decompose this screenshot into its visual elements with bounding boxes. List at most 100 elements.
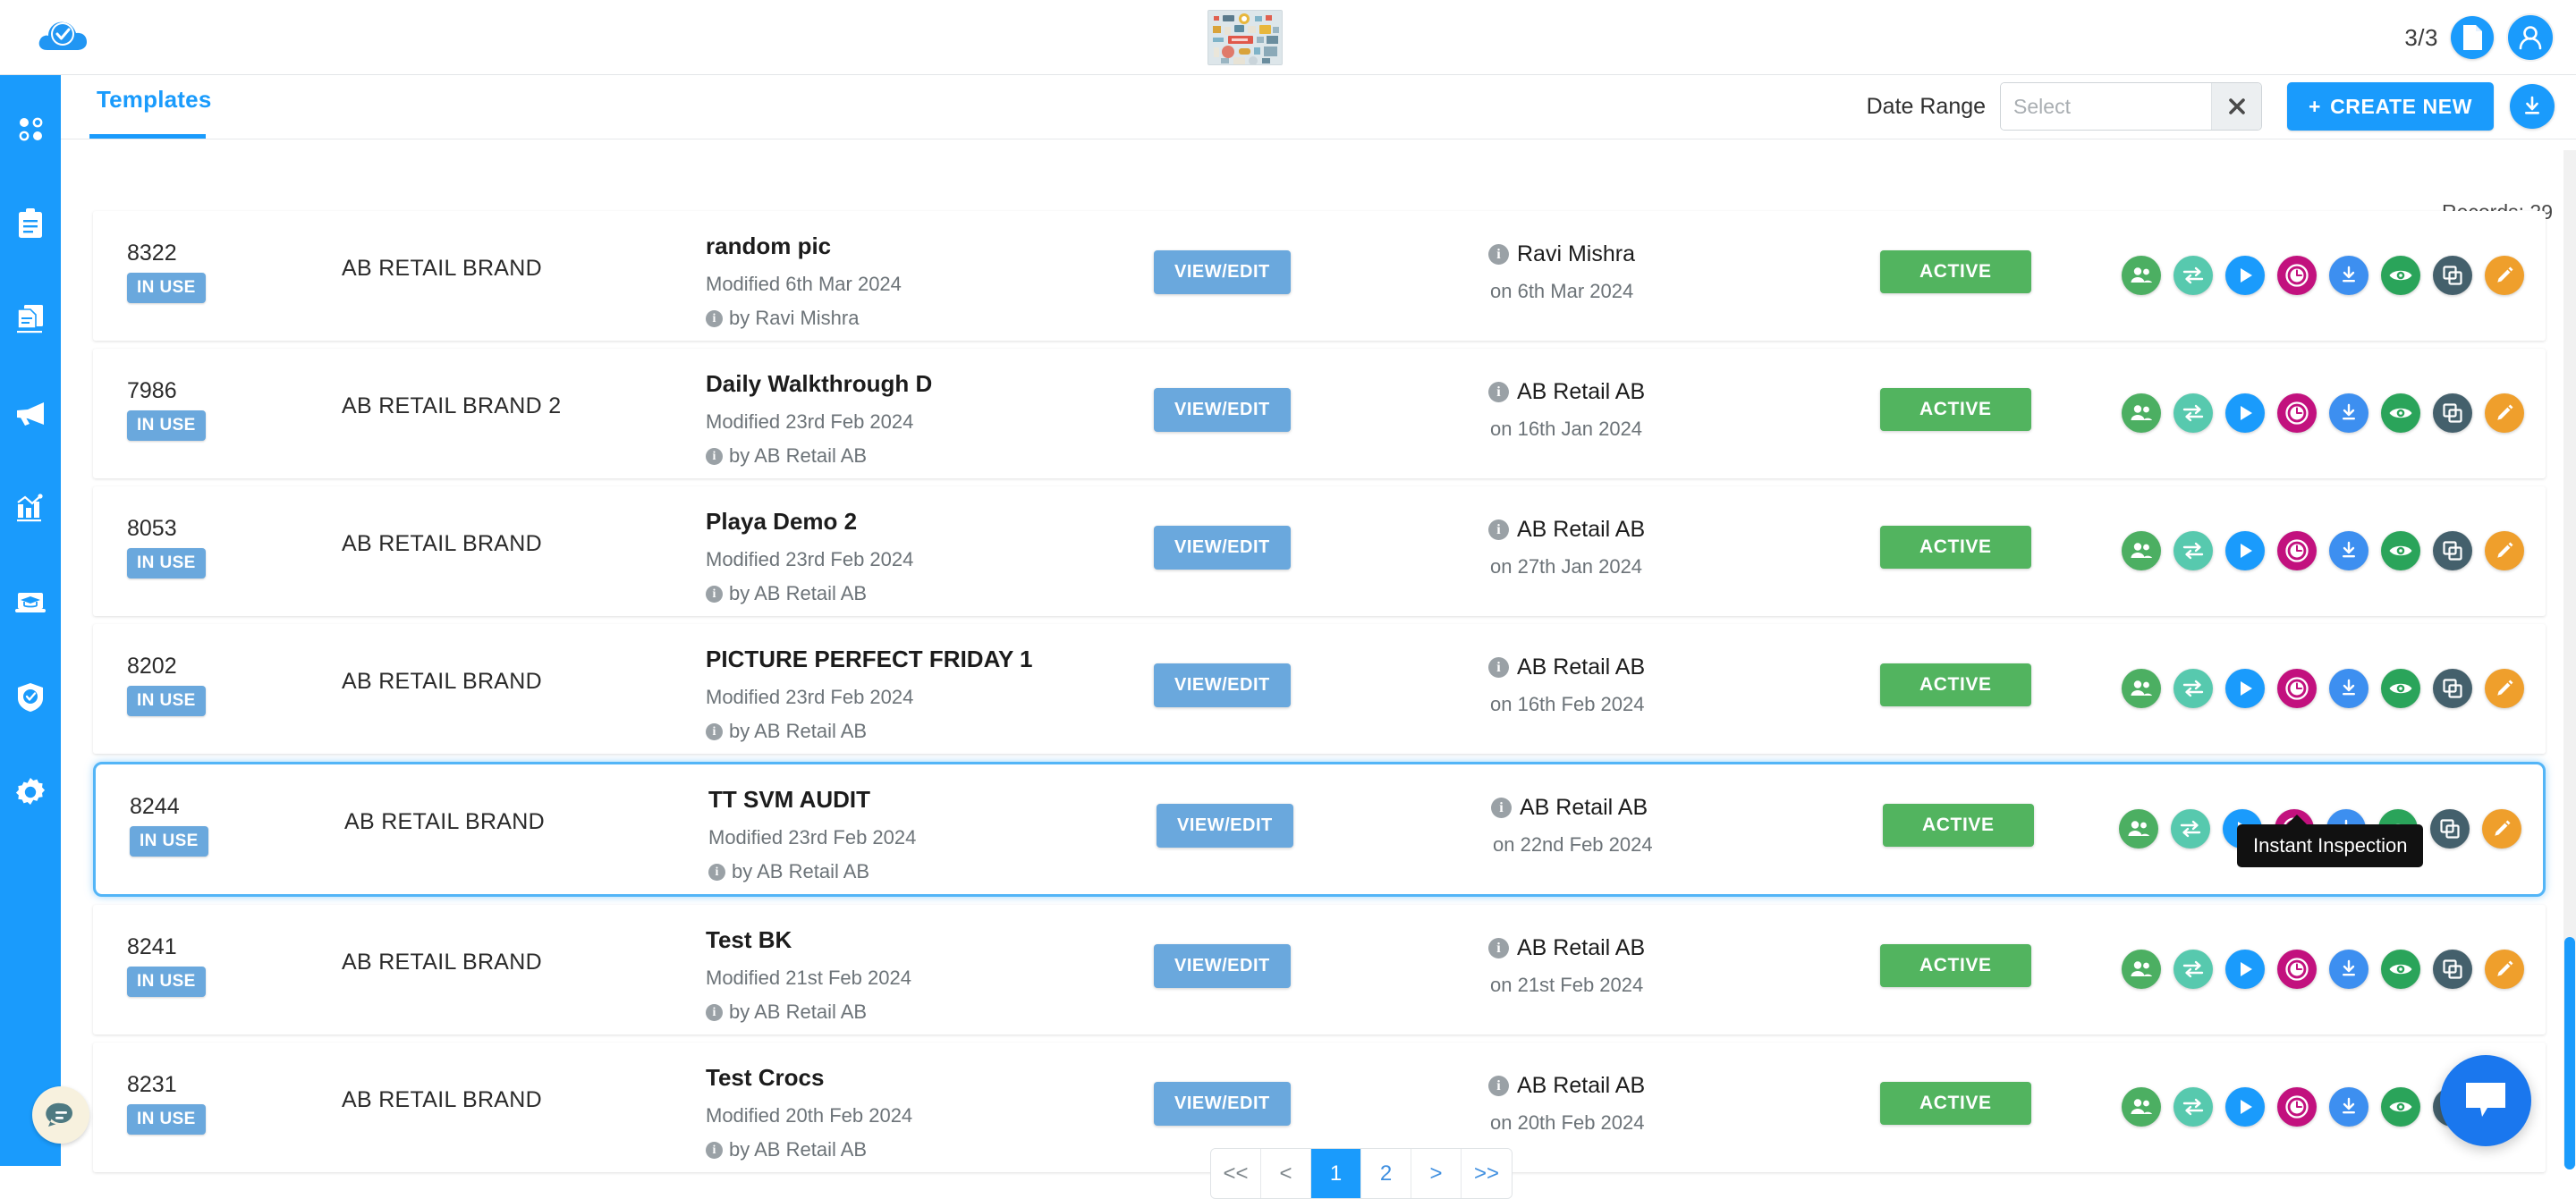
download-action[interactable] [2329,256,2368,295]
preview-action[interactable] [2381,256,2420,295]
schedule-action[interactable] [2277,669,2317,708]
owner-date: on 16th Feb 2024 [1490,693,1645,715]
instant-inspection-action[interactable] [2225,669,2265,708]
scrollbar-track[interactable] [2563,150,2576,1169]
owner-name: i AB Retail AB [1491,795,1849,821]
instant-inspection-action[interactable] [2225,1087,2265,1127]
cloud-check-logo[interactable] [36,13,88,62]
duplicate-action[interactable] [2433,256,2472,295]
scrollbar-thumb[interactable] [2564,937,2575,1169]
template-id-cell: 8053 IN USE [127,515,252,579]
table-row[interactable]: 8202 IN USE AB RETAIL BRAND PICTURE PERFECT… [93,624,2546,754]
schedule-action[interactable] [2277,950,2317,989]
sidebar-item-learning[interactable] [11,583,50,622]
transfer-action[interactable] [2174,1087,2213,1127]
assign-users-action[interactable] [2122,256,2161,295]
sidebar-item-tasks[interactable] [11,204,50,243]
duplicate-action[interactable] [2430,809,2470,849]
table-row[interactable]: 8241 IN USE AB RETAIL BRAND Test BK Modified… [93,905,2546,1034]
edit-action[interactable] [2485,256,2524,295]
preview-action[interactable] [2381,393,2420,433]
template-id-cell: 8322 IN USE [127,240,252,304]
assign-users-action[interactable] [2122,531,2161,570]
pagination-item[interactable]: > [1411,1149,1462,1198]
view-edit-button[interactable]: VIEW/EDIT [1157,804,1293,848]
create-new-button[interactable]: + CREATE NEW [2287,82,2494,131]
instant-inspection-action[interactable] [2225,393,2265,433]
schedule-action[interactable] [2277,393,2317,433]
sidebar-item-compliance[interactable] [11,678,50,717]
pagination-item[interactable]: < [1261,1149,1311,1198]
feedback-chat-button[interactable] [32,1086,89,1144]
user-avatar-icon[interactable] [2506,13,2555,62]
preview-action[interactable] [2381,1087,2420,1127]
transfer-action[interactable] [2171,809,2210,849]
document-icon[interactable] [2451,16,2494,59]
view-edit-cell: VIEW/EDIT [1154,526,1291,570]
preview-action[interactable] [2381,669,2420,708]
transfer-action[interactable] [2174,393,2213,433]
sidebar-item-analytics[interactable] [11,488,50,528]
export-download-button[interactable] [2510,84,2555,129]
instant-inspection-action[interactable] [2225,950,2265,989]
duplicate-action[interactable] [2433,669,2472,708]
view-edit-button[interactable]: VIEW/EDIT [1154,526,1291,570]
assign-users-action[interactable] [2122,950,2161,989]
schedule-action[interactable] [2277,531,2317,570]
preview-action[interactable] [2381,950,2420,989]
preview-action[interactable] [2381,531,2420,570]
support-chat-button[interactable] [2440,1055,2531,1146]
status-cell: ACTIVE [1883,804,2034,847]
download-action[interactable] [2329,669,2368,708]
table-row[interactable]: 8244 IN USE AB RETAIL BRAND TT SVM AUDIT Mod… [93,762,2546,897]
edit-action[interactable] [2482,809,2521,849]
view-edit-button[interactable]: VIEW/EDIT [1154,250,1291,294]
pagination-item[interactable]: 2 [1361,1149,1411,1198]
sidebar-item-settings[interactable] [11,773,50,812]
table-row[interactable]: 8053 IN USE AB RETAIL BRAND Playa Demo 2 Mod… [93,486,2546,616]
transfer-action[interactable] [2174,256,2213,295]
transfer-action[interactable] [2174,669,2213,708]
assign-users-action[interactable] [2122,393,2161,433]
view-edit-button[interactable]: VIEW/EDIT [1154,1082,1291,1126]
edit-action[interactable] [2485,950,2524,989]
template-author-label: by AB Retail AB [729,1138,868,1161]
table-row[interactable]: 8322 IN USE AB RETAIL BRAND random pic Modif… [93,211,2546,341]
pagination-item[interactable]: << [1211,1149,1261,1198]
pagination-item[interactable]: 1 [1311,1149,1361,1198]
sidebar-item-dashboard[interactable] [11,109,50,148]
sidebar-item-campaigns[interactable] [11,393,50,433]
transfer-action[interactable] [2174,531,2213,570]
template-modified: Modified 23rd Feb 2024 [706,686,914,708]
download-action[interactable] [2329,531,2368,570]
tab-templates[interactable]: Templates [97,86,211,130]
download-action[interactable] [2329,950,2368,989]
owner-cell: i AB Retail AB on 20th Feb 2024 [1488,1073,1846,1135]
date-range-input[interactable] [2001,83,2212,130]
sidebar-item-templates[interactable] [11,299,50,338]
view-edit-button[interactable]: VIEW/EDIT [1154,663,1291,707]
retail-collage-thumbnail[interactable] [1208,10,1283,65]
edit-action[interactable] [2485,669,2524,708]
edit-action[interactable] [2485,393,2524,433]
instant-inspection-action[interactable] [2225,256,2265,295]
transfer-action[interactable] [2174,950,2213,989]
edit-action[interactable] [2485,531,2524,570]
assign-users-action[interactable] [2122,1087,2161,1127]
view-edit-button[interactable]: VIEW/EDIT [1154,388,1291,432]
duplicate-action[interactable] [2433,393,2472,433]
duplicate-action[interactable] [2433,950,2472,989]
view-edit-button[interactable]: VIEW/EDIT [1154,944,1291,988]
schedule-action[interactable] [2277,256,2317,295]
duplicate-action[interactable] [2433,531,2472,570]
table-row[interactable]: 7986 IN USE AB RETAIL BRAND 2 Daily Walkthr… [93,349,2546,478]
date-range-clear-button[interactable] [2211,83,2262,130]
schedule-action[interactable] [2277,1087,2317,1127]
pagination-item[interactable]: >> [1462,1149,1512,1198]
instant-inspection-action[interactable] [2225,531,2265,570]
owner-date: on 27th Jan 2024 [1490,555,1643,578]
download-action[interactable] [2329,1087,2368,1127]
assign-users-action[interactable] [2122,669,2161,708]
download-action[interactable] [2329,393,2368,433]
assign-users-action[interactable] [2119,809,2158,849]
